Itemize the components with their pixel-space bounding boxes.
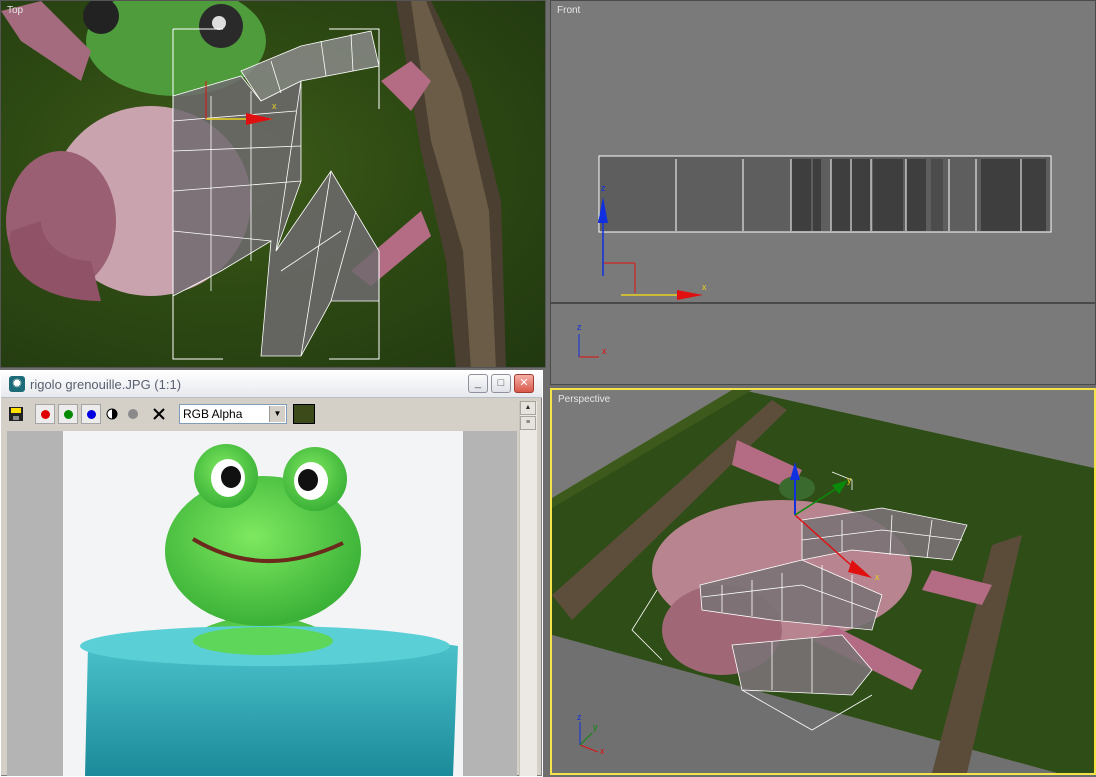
frog-toy-photo: [63, 431, 463, 776]
front-viewport-scene: z x z x: [551, 155, 1095, 358]
color-swatch[interactable]: [293, 404, 315, 424]
save-icon[interactable]: [8, 404, 26, 424]
persp-gizmo-x-label: x: [875, 572, 880, 582]
top-viewport-scene: x: [1, 1, 506, 367]
image-window-titlebar[interactable]: ✹ rigolo grenouille.JPG (1:1) _ □ ✕: [1, 371, 542, 398]
front-small-axis-x-label: x: [602, 346, 607, 356]
image-window-title: rigolo grenouille.JPG (1:1): [30, 377, 182, 392]
perspective-viewport-scene: x y z y x: [552, 390, 1094, 773]
svg-text:x: x: [272, 101, 277, 111]
front-small-axis-z-label: z: [577, 322, 582, 332]
front-axis-x-label: x: [702, 282, 707, 292]
scroll-thumb[interactable]: ≡: [520, 416, 536, 430]
front-viewport[interactable]: Front z x z x: [550, 0, 1096, 385]
maximize-button[interactable]: □: [491, 374, 511, 393]
top-viewport[interactable]: Top x: [0, 0, 546, 368]
minimize-button[interactable]: _: [468, 374, 488, 393]
vertical-scrollbar[interactable]: ▲ ≡: [519, 401, 537, 776]
app-icon: ✹: [9, 376, 25, 392]
red-channel-icon[interactable]: [35, 404, 55, 424]
alpha-icon[interactable]: [127, 404, 141, 424]
persp-small-axis-y-label: y: [593, 722, 598, 732]
front-viewport-label[interactable]: Front: [557, 5, 580, 16]
green-channel-icon[interactable]: [58, 404, 78, 424]
close-button[interactable]: ✕: [514, 374, 534, 393]
perspective-viewport-label[interactable]: Perspective: [558, 394, 610, 405]
perspective-viewport[interactable]: Perspective x y z y x: [550, 388, 1096, 775]
mono-icon[interactable]: [106, 404, 120, 424]
top-viewport-label[interactable]: Top: [7, 5, 23, 16]
channel-select[interactable]: RGB Alpha ▼: [179, 404, 287, 424]
image-toolbar: RGB Alpha ▼: [5, 401, 511, 427]
clear-icon[interactable]: [152, 404, 168, 424]
image-viewer-window[interactable]: ✹ rigolo grenouille.JPG (1:1) _ □ ✕ RGB …: [0, 370, 543, 777]
blue-channel-icon[interactable]: [81, 404, 101, 424]
front-axis-z-label: z: [601, 183, 606, 193]
chevron-down-icon[interactable]: ▼: [269, 406, 285, 422]
persp-gizmo-y-label: y: [847, 475, 852, 485]
persp-small-axis-z-label: z: [577, 712, 582, 722]
persp-small-axis-x-label: x: [600, 746, 605, 756]
scroll-up-icon[interactable]: ▲: [520, 401, 536, 415]
channel-select-value: RGB Alpha: [183, 407, 243, 421]
image-canvas[interactable]: [7, 431, 517, 776]
